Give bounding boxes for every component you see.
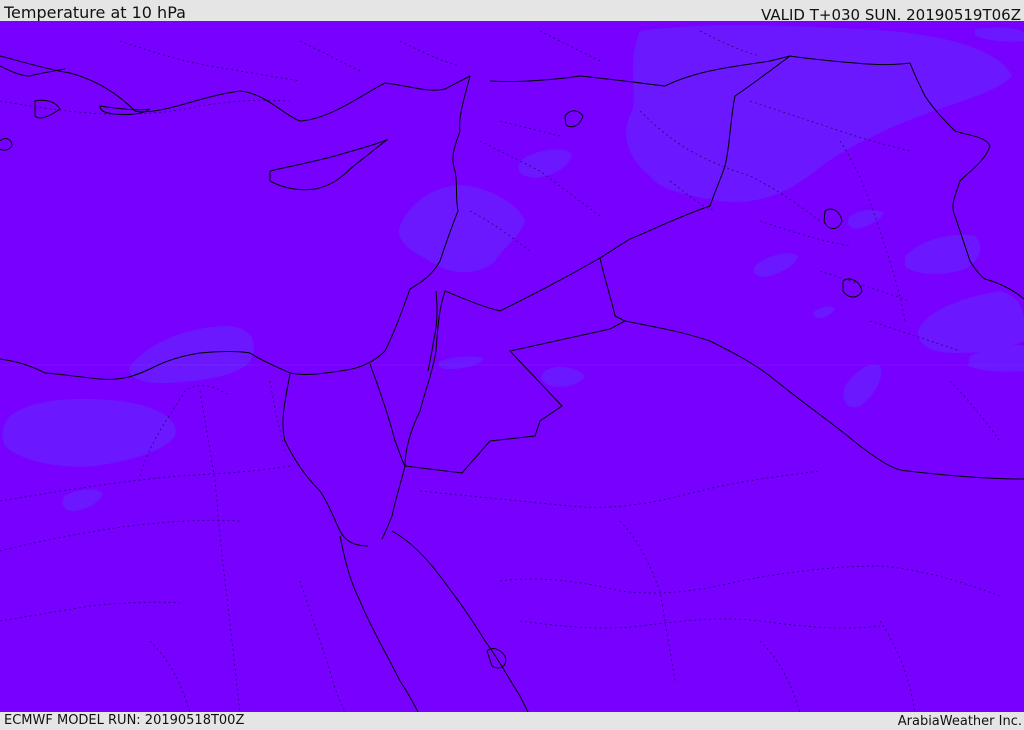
model-run-label: ECMWF MODEL RUN: 20190518T00Z — [4, 713, 245, 728]
map-canvas[interactable] — [0, 21, 1024, 712]
map-title: Temperature at 10 hPa — [4, 3, 186, 22]
header-bar: Temperature at 10 hPa VALID T+030 SUN. 2… — [0, 0, 1024, 24]
footer-bar: ECMWF MODEL RUN: 20190518T00Z ArabiaWeat… — [0, 712, 1024, 729]
credit-label: ArabiaWeather Inc. — [897, 714, 1022, 729]
temperature-map — [0, 21, 1024, 712]
